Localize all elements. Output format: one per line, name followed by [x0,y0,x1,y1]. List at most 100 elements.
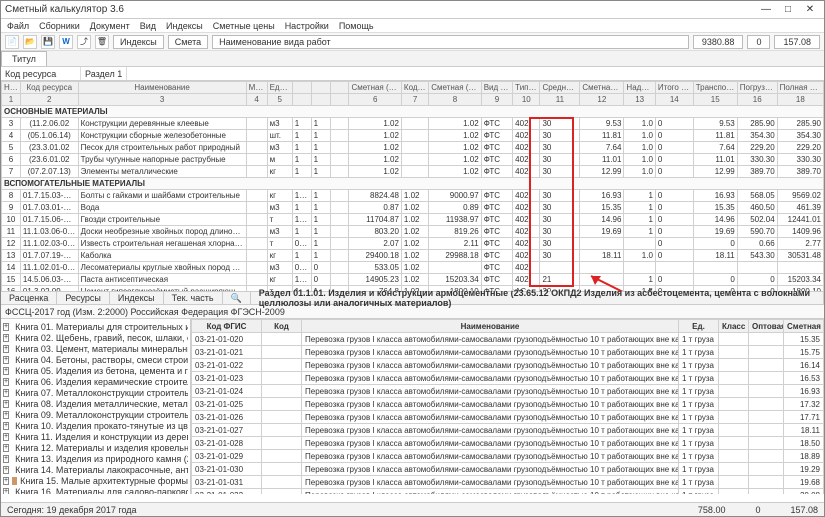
grid-cell[interactable]: 1 [292,118,311,130]
grid-cell[interactable]: 11.1.02.01-0023 [20,262,78,274]
grid-cell[interactable]: 30 [540,154,580,166]
grid-cell[interactable]: 402 [513,238,540,250]
tree-node[interactable]: +Книга 12. Материалы и изделия кровельны… [3,442,188,453]
tree-node[interactable]: +Книга 06. Изделия керамические строител… [3,376,188,387]
grid-cell[interactable]: 11.81 [580,130,624,142]
grid-cell[interactable]: 1800.10 [777,286,823,292]
delete-icon[interactable]: 🗑 [95,35,109,49]
lg-cell[interactable] [719,424,749,437]
grid-cell[interactable]: 01.7.07.19-0001 [20,250,78,262]
grid-cell[interactable]: 1.02 [429,166,481,178]
grid-cell[interactable]: кг [267,166,292,178]
grid-cell[interactable]: м3 [267,202,292,214]
lg-cell[interactable]: 15.35 [784,333,824,346]
lg-cell[interactable]: 1 т груза [679,437,719,450]
menu-sborniki[interactable]: Сборники [39,21,80,31]
grid-cell[interactable]: 1.02 [429,130,481,142]
grid-cell[interactable]: 402 [513,118,540,130]
lg-cell[interactable] [749,424,784,437]
grid-cell[interactable]: Паста антисептическая [78,274,246,286]
grid-cell[interactable]: 1.02 [349,154,401,166]
grid-cell[interactable]: 18.11 [693,250,737,262]
lg-cell[interactable]: 17.32 [784,398,824,411]
grid-cell[interactable] [401,154,428,166]
grid-cell[interactable]: 1.03 [292,286,311,292]
grid-cell[interactable]: 30 [540,226,580,238]
grid-cell[interactable]: ФТС [481,214,512,226]
grid-cell[interactable]: 30 [540,166,580,178]
grid-cell[interactable]: 1 [311,238,330,250]
lg-cell[interactable] [749,385,784,398]
menu-document[interactable]: Документ [90,21,130,31]
lg-cell[interactable] [262,398,302,411]
grid-cell[interactable]: 11.1.02.03-0001 [20,238,78,250]
col-header[interactable]: Погрузо-ра зрузочные работы (механизир-о… [737,82,777,94]
lg-cell[interactable] [719,450,749,463]
col-header[interactable]: Полная сметная цена строи-тельных (ФСЦ),… [777,82,823,94]
grid-cell[interactable] [330,214,349,226]
grid-cell[interactable]: (07.2.07.13) [20,166,78,178]
grid-cell[interactable]: 533.05 [349,262,401,274]
grid-cell[interactable]: 1.02 [401,262,428,274]
grid-cell[interactable] [580,274,624,286]
col-header[interactable]: Масса брутто [246,82,267,94]
col-header[interactable]: Код ОКП [401,82,428,94]
tree-node[interactable]: +Книга 11. Изделия и конструкции из дере… [3,431,188,442]
grid-cell[interactable]: Конструкции сборные железобетонные [78,130,246,142]
grid-cell[interactable]: 01.7.15.06-0111 [20,214,78,226]
tree-node[interactable]: +Книга 02. Щебень, гравий, песок, шлаки,… [3,332,188,343]
filter-section[interactable]: Раздел 1 [81,67,127,80]
grid-cell[interactable]: ФТС [481,118,512,130]
grid-cell[interactable] [624,238,655,250]
lg-cell[interactable] [262,489,302,495]
grid-cell[interactable]: 1 [311,130,330,142]
menu-prices[interactable]: Сметные цены [213,21,275,31]
expand-icon[interactable]: + [3,389,9,397]
grid-cell[interactable] [580,238,624,250]
grid-cell[interactable] [246,118,267,130]
grid-cell[interactable]: 4 [2,130,21,142]
grid-cell[interactable]: 00212 [292,238,311,250]
grid-cell[interactable]: 1 [292,250,311,262]
grid-cell[interactable]: 7.64 [580,142,624,154]
grid-cell[interactable]: 2.07 [349,238,401,250]
lg-cell[interactable]: 16.14 [784,359,824,372]
grid-cell[interactable]: 9.53 [580,118,624,130]
grid-cell[interactable]: 1 [292,130,311,142]
grid-cell[interactable] [330,130,349,142]
grid-cell[interactable]: 11.01 [580,154,624,166]
lg-cell[interactable]: 03-21-01-029 [192,450,262,463]
grid-cell[interactable]: 9.53 [693,118,737,130]
grid-cell[interactable]: ФТС [481,202,512,214]
worktype-field[interactable]: Наименование вида работ [212,35,689,49]
lg-cell[interactable] [262,424,302,437]
grid-cell[interactable]: 1.02 [401,226,428,238]
main-grid[interactable]: НПП п/пКод ресурсаНаименованиеМасса брут… [1,81,824,291]
grid-cell[interactable]: 1 [292,154,311,166]
grid-cell[interactable]: Известь строительная негашеная хлорная, … [78,238,246,250]
grid-cell[interactable]: Элементы металлические [78,166,246,178]
lg-cell[interactable]: 03-21-01-031 [192,476,262,489]
grid-cell[interactable]: 16.93 [693,190,737,202]
lg-cell[interactable]: Перевозка грузов I класса автомобилями-с… [302,450,679,463]
grid-cell[interactable]: 1 [311,154,330,166]
lg-cell[interactable]: Перевозка грузов I класса автомобилями-с… [302,463,679,476]
tree-node[interactable]: +Книга 05. Изделия из бетона, цемента и … [3,365,188,376]
grid-cell[interactable]: 8824.48 [349,190,401,202]
grid-cell[interactable] [246,202,267,214]
grid-cell[interactable]: 01.7.15.03-0041 [20,190,78,202]
grid-cell[interactable] [246,130,267,142]
lg-cell[interactable]: Перевозка грузов I класса автомобилями-с… [302,346,679,359]
grid-cell[interactable] [246,286,267,292]
col-header[interactable]: Код ресурса [20,82,78,94]
grid-cell[interactable]: 0 [693,274,737,286]
grid-cell[interactable]: 1.02 [401,238,428,250]
grid-cell[interactable]: 1.02 [429,118,481,130]
grid-cell[interactable]: 11.1.03.06-0033 [20,226,78,238]
grid-cell[interactable] [330,274,349,286]
grid-cell[interactable]: 16 [2,286,21,292]
grid-cell[interactable]: 1 [624,274,655,286]
col-header[interactable] [330,82,349,94]
lg-cell[interactable] [719,398,749,411]
grid-cell[interactable] [580,286,624,292]
